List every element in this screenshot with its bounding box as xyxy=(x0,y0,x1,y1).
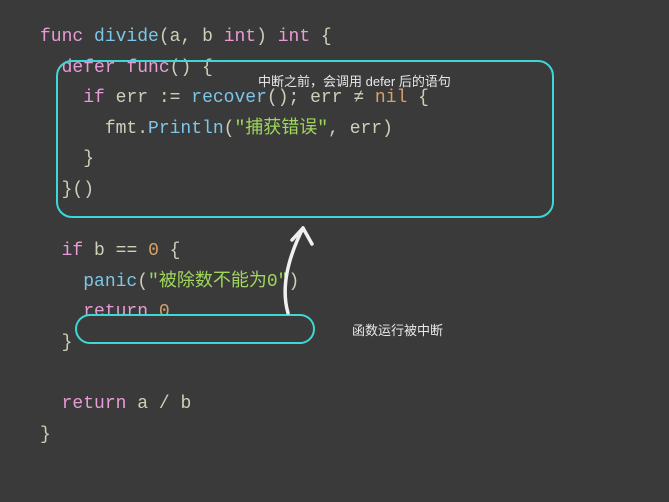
pkg-fmt: fmt xyxy=(105,119,137,139)
param-a: a xyxy=(170,27,181,47)
annotation-defer: 中断之前，会调用 defer 后的语句 xyxy=(258,71,451,93)
annotation-panic: 函数运行被中断 xyxy=(352,320,443,342)
var-err3: err xyxy=(350,119,382,139)
code-line-12: } xyxy=(40,420,669,451)
code-line-11: return a / b xyxy=(40,389,669,420)
func-name: divide xyxy=(94,27,159,47)
param-b: b xyxy=(202,27,213,47)
keyword-func: func xyxy=(40,27,83,47)
keyword-defer: defer xyxy=(62,58,116,78)
func-println: Println xyxy=(148,119,224,139)
code-line-1: func divide(a, b int) int { xyxy=(40,22,669,53)
code-line-6: }() xyxy=(40,175,669,206)
code-line-4: fmt.Println("捕获错误", err) xyxy=(40,114,669,145)
ret-int: int xyxy=(278,27,310,47)
func-recover: recover xyxy=(191,88,267,108)
keyword-func2: func xyxy=(126,58,169,78)
code-line-5: } xyxy=(40,144,669,175)
var-err: err xyxy=(116,88,148,108)
code-line-7: if b == 0 { xyxy=(40,236,669,267)
num-zero: 0 xyxy=(148,241,159,261)
code-line-8: panic("被除数不能为0") xyxy=(40,267,669,298)
keyword-if2: if xyxy=(62,241,84,261)
var-b: b xyxy=(94,241,105,261)
num-zero2: 0 xyxy=(159,302,170,322)
str-catch: "捕获错误" xyxy=(234,119,328,139)
blank-1 xyxy=(40,206,669,237)
func-panic: panic xyxy=(83,272,137,292)
str-panic: "被除数不能为0" xyxy=(148,272,288,292)
blank-2 xyxy=(40,359,669,390)
keyword-if: if xyxy=(83,88,105,108)
keyword-return2: return xyxy=(62,394,127,414)
var-b2: b xyxy=(180,394,191,414)
keyword-return: return xyxy=(83,302,148,322)
type-int: int xyxy=(224,27,256,47)
var-a: a xyxy=(137,394,148,414)
